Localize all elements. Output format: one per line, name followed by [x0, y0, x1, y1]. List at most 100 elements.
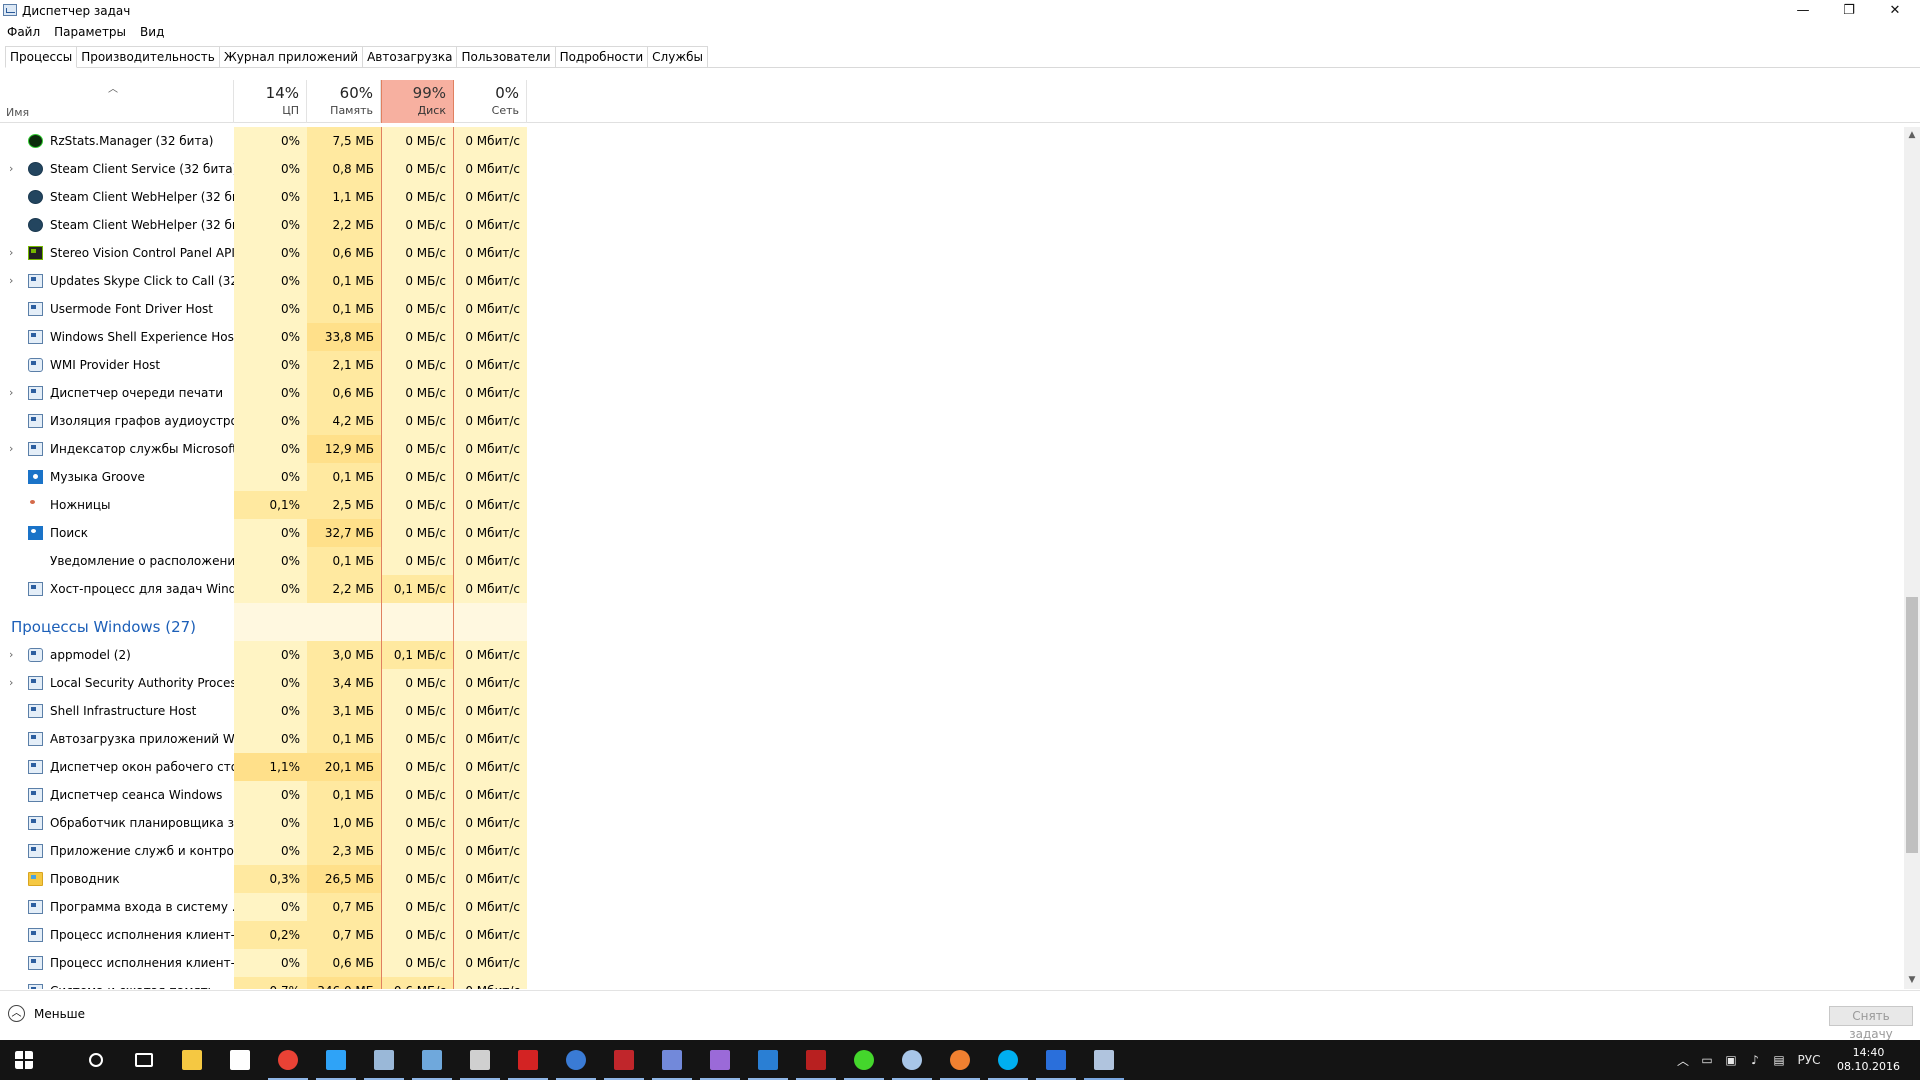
taskbar-speccy-button[interactable]: [456, 1040, 504, 1080]
action-center-icon[interactable]: [1910, 1040, 1920, 1080]
cpu-column-header[interactable]: 14% ЦП: [234, 80, 307, 123]
expand-chevron-icon[interactable]: ›: [9, 379, 13, 407]
taskbar-red-app-button[interactable]: [504, 1040, 552, 1080]
process-row[interactable]: Поиск 0% 32,7 МБ 0 МБ/с 0 Мбит/с: [0, 519, 1904, 547]
process-row[interactable]: › Local Security Authority Proces... 0% 3,4…: [0, 669, 1904, 697]
memory-column-header[interactable]: 60% Память: [307, 80, 381, 123]
process-name: Steam Client WebHelper (32 би...: [50, 190, 234, 204]
title-bar: Диспетчер задач — ❐ ✕: [0, 0, 1920, 22]
taskbar-discord-button[interactable]: [648, 1040, 696, 1080]
taskbar-razer-button[interactable]: [840, 1040, 888, 1080]
volume-icon[interactable]: ♪: [1743, 1040, 1767, 1080]
process-row[interactable]: RzStats.Manager (32 бита) 0% 7,5 МБ 0 МБ/с 0…: [0, 127, 1904, 155]
taskbar-download-button[interactable]: [600, 1040, 648, 1080]
process-row[interactable]: Steam Client WebHelper (32 би... 0% 1,1 МБ…: [0, 183, 1904, 211]
scroll-down-icon[interactable]: ▼: [1904, 972, 1920, 989]
process-row[interactable]: Usermode Font Driver Host 0% 0,1 МБ 0 МБ/с 0…: [0, 295, 1904, 323]
group-header-windows-processes[interactable]: Процессы Windows (27): [0, 603, 1904, 641]
process-row[interactable]: Хост-процесс для задач Wind... 0% 2,2 МБ 0,…: [0, 575, 1904, 603]
fewer-details-button[interactable]: ︿ Меньше: [8, 1005, 85, 1022]
process-row[interactable]: › Индексатор службы Microsoft... 0% 12,9 МБ…: [0, 435, 1904, 463]
end-task-button[interactable]: Снять задачу: [1829, 1006, 1913, 1041]
tablet-icon[interactable]: ▭: [1695, 1040, 1719, 1080]
process-row[interactable]: Windows Shell Experience Host 0% 33,8 МБ 0 …: [0, 323, 1904, 351]
taskbar-file-explorer-button[interactable]: [168, 1040, 216, 1080]
process-row[interactable]: Изоляция графов аудиоустро... 0% 4,2 МБ 0 М…: [0, 407, 1904, 435]
process-row[interactable]: Система и сжатая память 0,7%346,0 МБ0,6 М…: [0, 977, 1904, 989]
taskbar-start-button[interactable]: [0, 1040, 48, 1080]
process-row[interactable]: › Stereo Vision Control Panel API ... 0% 0,…: [0, 239, 1904, 267]
menu-view[interactable]: Вид: [133, 23, 171, 43]
expand-chevron-icon[interactable]: ›: [9, 435, 13, 463]
taskbar-task-view-button[interactable]: [120, 1040, 168, 1080]
process-name-cell: › appmodel (2): [0, 641, 234, 669]
taskbar-store-button[interactable]: [216, 1040, 264, 1080]
tray-expand-icon[interactable]: ︿: [1671, 1040, 1695, 1080]
taskbar-malwarebytes-button[interactable]: [1032, 1040, 1080, 1080]
tab-users[interactable]: Пользователи: [456, 46, 556, 67]
tab-details[interactable]: Подробности: [554, 46, 649, 67]
taskbar-premiere-button[interactable]: [696, 1040, 744, 1080]
menu-options[interactable]: Параметры: [47, 23, 133, 43]
minimize-button[interactable]: —: [1780, 0, 1826, 22]
process-row[interactable]: Диспетчер окон рабочего сто... 1,1% 20,1 М…: [0, 753, 1904, 781]
network-icon[interactable]: ▣: [1719, 1040, 1743, 1080]
expand-chevron-icon[interactable]: ›: [9, 641, 13, 669]
process-row[interactable]: › Updates Skype Click to Call (32 ... 0% 0,…: [0, 267, 1904, 295]
vertical-scrollbar[interactable]: ▲ ▼: [1904, 127, 1920, 989]
expand-chevron-icon[interactable]: ›: [9, 669, 13, 697]
process-row[interactable]: Приложение служб и контро... 0% 2,3 МБ 0 МБ…: [0, 837, 1904, 865]
process-row[interactable]: Процесс исполнения клиент-... 0% 0,6 МБ 0 М…: [0, 949, 1904, 977]
taskbar-steam-button[interactable]: [360, 1040, 408, 1080]
taskbar-chrome-button[interactable]: [264, 1040, 312, 1080]
process-row[interactable]: Программа входа в систему ... 0% 0,7 МБ 0 М…: [0, 893, 1904, 921]
notifications-icon[interactable]: ▤: [1767, 1040, 1791, 1080]
process-row[interactable]: Диспетчер сеанса Windows 0% 0,1 МБ 0 МБ/с 0 …: [0, 781, 1904, 809]
process-row[interactable]: Steam Client WebHelper (32 би... 0% 2,2 МБ…: [0, 211, 1904, 239]
process-name-cell: Система и сжатая память: [0, 977, 234, 989]
clock[interactable]: 14:40 08.10.2016: [1827, 1046, 1910, 1074]
expand-chevron-icon[interactable]: ›: [9, 239, 13, 267]
close-button[interactable]: ✕: [1872, 0, 1918, 22]
tab-app-history[interactable]: Журнал приложений: [218, 46, 364, 67]
process-row[interactable]: Ножницы 0,1% 2,5 МБ 0 МБ/с 0 Мбит/с: [0, 491, 1904, 519]
scroll-thumb[interactable]: [1906, 597, 1918, 853]
name-column-header[interactable]: ︿ Имя: [0, 80, 234, 123]
tab-processes[interactable]: Процессы: [5, 46, 78, 68]
taskbar-edge-button[interactable]: [744, 1040, 792, 1080]
taskbar-media-button[interactable]: [408, 1040, 456, 1080]
taskbar-browser-button[interactable]: [552, 1040, 600, 1080]
process-row[interactable]: › Steam Client Service (32 бита) 0% 0,8 МБ 0…: [0, 155, 1904, 183]
tab-performance[interactable]: Производительность: [76, 46, 220, 67]
cpu-cell: 0%: [234, 155, 307, 183]
process-row[interactable]: Уведомление о расположении 0% 0,1 МБ 0 МБ/с…: [0, 547, 1904, 575]
cpu-cell: 0,7%: [234, 977, 307, 989]
process-row[interactable]: Процесс исполнения клиент-... 0,2% 0,7 МБ 0…: [0, 921, 1904, 949]
taskbar-task-manager-button[interactable]: [1080, 1040, 1128, 1080]
process-row[interactable]: › appmodel (2) 0% 3,0 МБ 0,1 МБ/с 0 Мбит/с: [0, 641, 1904, 669]
maximize-button[interactable]: ❐: [1826, 0, 1872, 22]
menu-file[interactable]: Файл: [0, 23, 47, 43]
taskbar-photoshop-button[interactable]: [312, 1040, 360, 1080]
process-row[interactable]: WMI Provider Host 0% 2,1 МБ 0 МБ/с 0 Мбит/с: [0, 351, 1904, 379]
scroll-up-icon[interactable]: ▲: [1904, 127, 1920, 144]
disk-column-header[interactable]: 99% Диск: [381, 80, 454, 123]
taskbar-search-button[interactable]: [72, 1040, 120, 1080]
taskbar-skype-button[interactable]: [984, 1040, 1032, 1080]
taskbar-colorful-app-button[interactable]: [936, 1040, 984, 1080]
process-row[interactable]: › Диспетчер очереди печати 0% 0,6 МБ 0 МБ/с 0…: [0, 379, 1904, 407]
language-indicator[interactable]: РУС: [1791, 1040, 1827, 1080]
expand-chevron-icon[interactable]: ›: [9, 267, 13, 295]
skype-icon: [998, 1050, 1018, 1070]
process-row[interactable]: Автозагрузка приложений Wi... 0% 0,1 МБ 0 М…: [0, 725, 1904, 753]
process-row[interactable]: Shell Infrastructure Host 0% 3,1 МБ 0 МБ/с 0…: [0, 697, 1904, 725]
process-row[interactable]: Обработчик планировщика з... 0% 1,0 МБ 0 МБ…: [0, 809, 1904, 837]
taskbar-settings-app-button[interactable]: [888, 1040, 936, 1080]
taskbar-msi-button[interactable]: [792, 1040, 840, 1080]
network-column-header[interactable]: 0% Сеть: [454, 80, 527, 123]
process-row[interactable]: Проводник 0,3% 26,5 МБ 0 МБ/с 0 Мбит/с: [0, 865, 1904, 893]
process-row[interactable]: Музыка Groove 0% 0,1 МБ 0 МБ/с 0 Мбит/с: [0, 463, 1904, 491]
expand-chevron-icon[interactable]: ›: [9, 155, 13, 183]
tab-startup[interactable]: Автозагрузка: [362, 46, 458, 67]
tab-services[interactable]: Службы: [647, 46, 709, 67]
